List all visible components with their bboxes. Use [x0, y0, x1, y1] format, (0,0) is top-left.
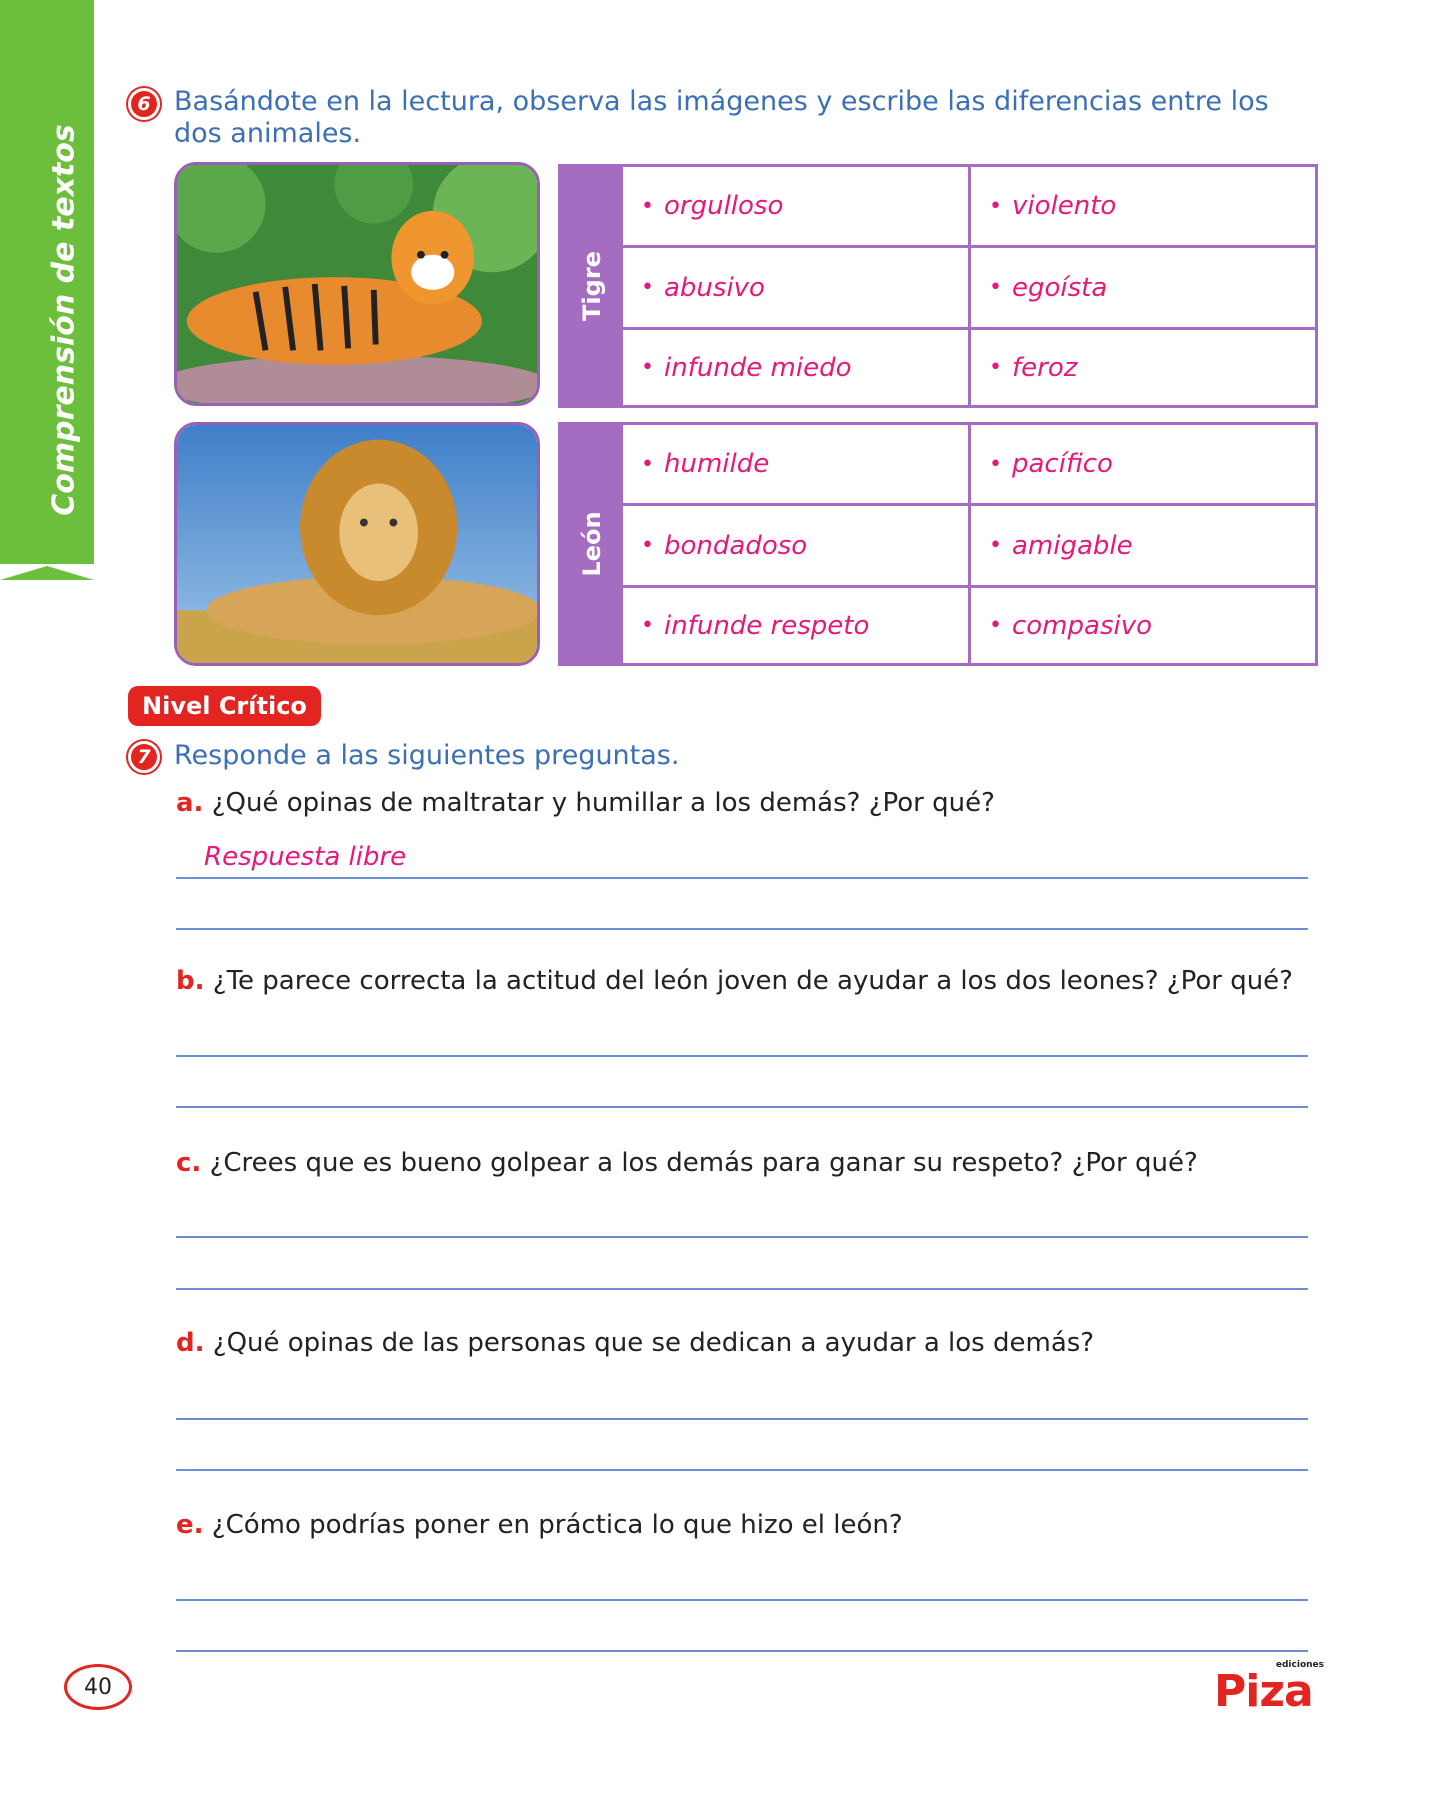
writing-line[interactable]	[176, 1418, 1308, 1420]
answer-a: Respuesta libre	[204, 842, 407, 872]
writing-line[interactable]	[176, 1469, 1308, 1471]
writing-line[interactable]	[176, 1650, 1308, 1652]
exercise-7-instruction: Responde a las siguientes preguntas.	[174, 740, 680, 771]
question-c: c. ¿Crees que es bueno golpear a los dem…	[176, 1148, 1198, 1178]
tiger-table-label: Tigre	[561, 167, 623, 405]
tiger-trait: • egoísta	[989, 272, 1108, 303]
tiger-trait: • feroz	[989, 352, 1078, 383]
tiger-trait: • violento	[989, 191, 1117, 221]
lion-photo	[174, 422, 540, 666]
writing-line[interactable]	[176, 1236, 1308, 1238]
question-e: e. ¿Cómo podrías poner en práctica lo qu…	[176, 1510, 903, 1540]
lion-trait: • amigable	[989, 530, 1133, 561]
publisher-logo: ediciones Piza	[1214, 1660, 1324, 1717]
side-tab-label: Comprensión de textos	[46, 124, 82, 516]
tiger-trait: • abusivo	[641, 272, 765, 303]
side-tab: Comprensión de textos	[0, 0, 94, 580]
writing-line[interactable]	[176, 1288, 1308, 1290]
question-d: d. ¿Qué opinas de las personas que se de…	[176, 1328, 1095, 1358]
exercise-6-number: 6	[128, 88, 160, 120]
lion-table-label: León	[561, 425, 623, 663]
lion-trait: • infunde respeto	[641, 610, 870, 641]
lion-trait: • pacífico	[989, 449, 1113, 479]
writing-line[interactable]	[176, 877, 1308, 879]
tiger-table: Tigre • orgulloso • violento • abusivo • ego…	[558, 164, 1318, 408]
lion-trait: • bondadoso	[641, 530, 808, 561]
lion-trait: • compasivo	[989, 610, 1153, 641]
tiger-trait: • infunde miedo	[641, 352, 852, 383]
writing-line[interactable]	[176, 1055, 1308, 1057]
writing-line[interactable]	[176, 1106, 1308, 1108]
writing-line[interactable]	[176, 928, 1308, 930]
exercise-6-instruction: Basándote en la lectura, observa las imá…	[174, 86, 1269, 149]
lion-trait: • humilde	[641, 449, 770, 479]
writing-line[interactable]	[176, 1599, 1308, 1601]
tiger-trait: • orgulloso	[641, 191, 784, 221]
question-b: b. ¿Te parece correcta la actitud del le…	[176, 966, 1293, 996]
question-a: a. ¿Qué opinas de maltratar y humillar a…	[176, 788, 995, 818]
lion-table: León • humilde • pacífico • bondadoso • amig…	[558, 422, 1318, 666]
side-tab-notch	[0, 564, 94, 580]
tiger-photo	[174, 162, 540, 406]
page-number: 40	[64, 1664, 132, 1710]
exercise-7-number: 7	[128, 741, 160, 773]
level-badge: Nivel Crítico	[128, 686, 321, 726]
